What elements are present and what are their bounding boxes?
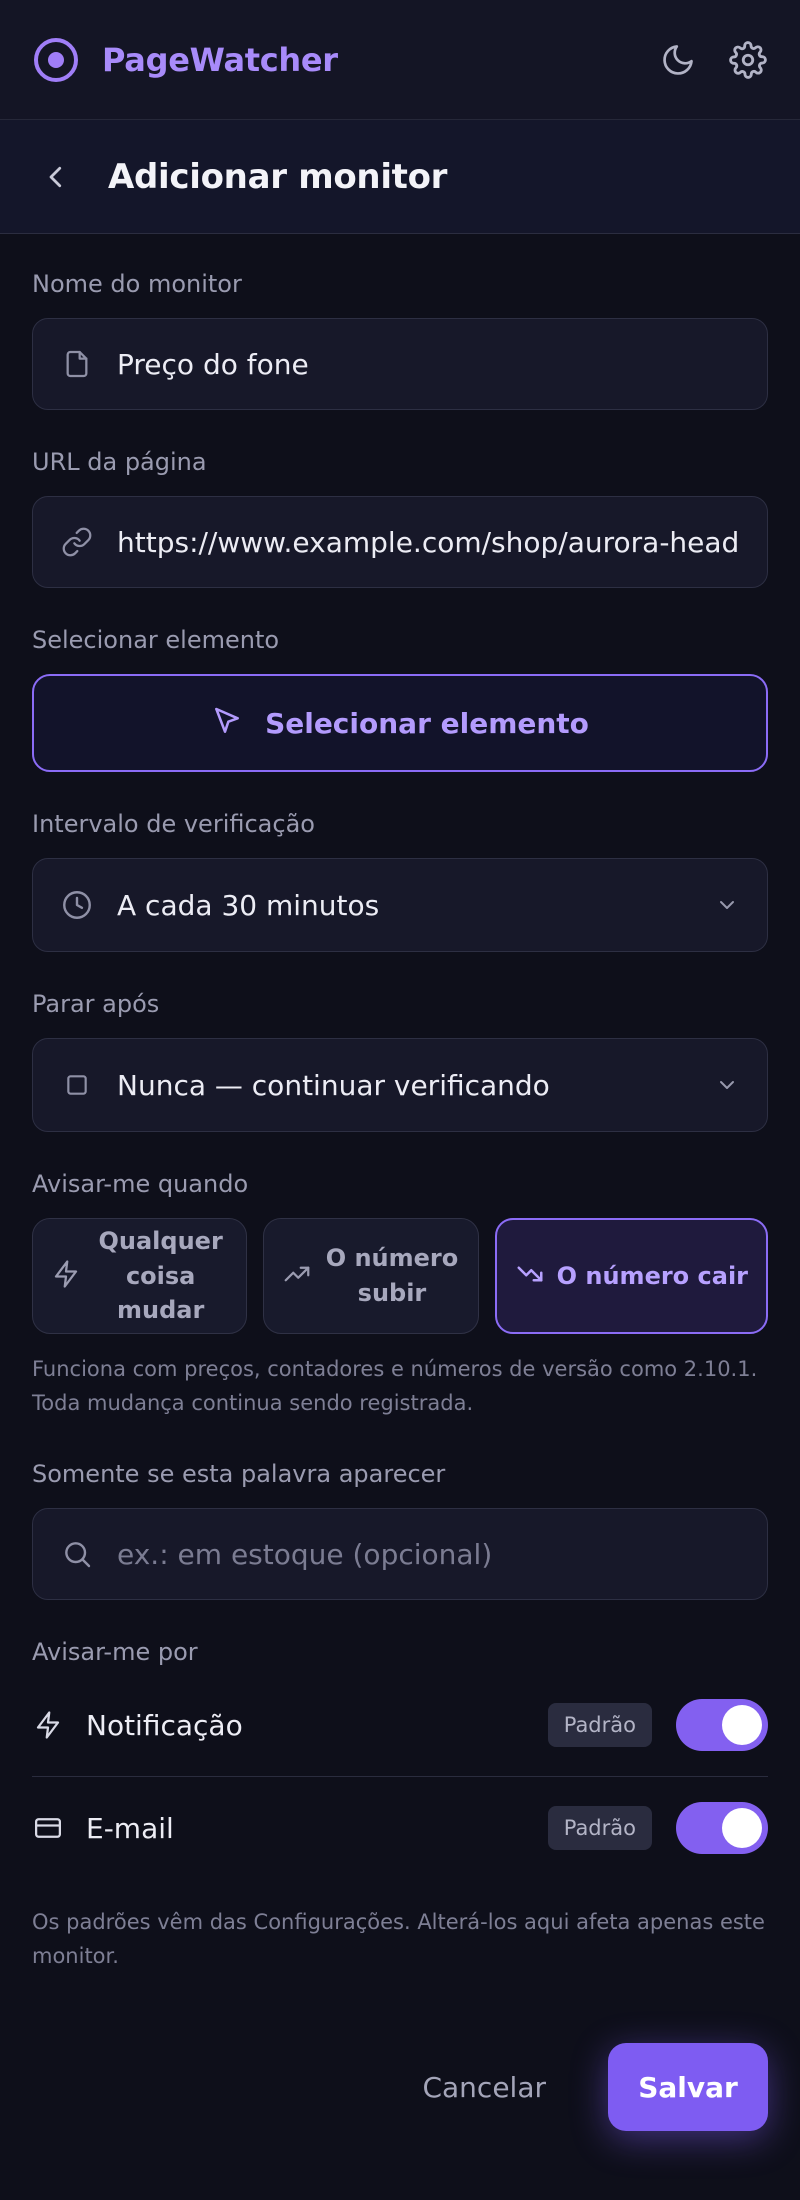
option-number-up[interactable]: O número subir (263, 1218, 479, 1334)
page-title: Adicionar monitor (108, 156, 448, 197)
monitor-name-label: Nome do monitor (32, 270, 242, 298)
notify-when-field: Avisar-me quando Qualquer coisa mudar O … (32, 1170, 769, 1420)
option-number-up-label: O número subir (325, 1244, 459, 1307)
select-element-button-label: Selecionar elemento (265, 706, 589, 740)
keyword-input[interactable] (117, 1537, 741, 1571)
select-element-label: Selecionar elemento (32, 626, 280, 654)
trending-down-icon (515, 1259, 545, 1293)
moon-icon[interactable] (658, 40, 698, 80)
channels-helper: Os padrões vêm das Configurações. Alterá… (32, 1910, 765, 1969)
option-number-down[interactable]: O número cair (494, 1218, 769, 1334)
check-interval-field: Intervalo de verificação A cada 30 minut… (32, 810, 768, 952)
brand[interactable]: PageWatcher (32, 36, 338, 84)
keyword-input-box[interactable] (32, 1508, 768, 1601)
search-icon (59, 1536, 95, 1572)
target-logo-icon (32, 36, 80, 84)
select-element-field: Selecionar elemento Selecionar elemento (32, 626, 768, 772)
stop-after-select[interactable]: Nunca — continuar verificando (32, 1038, 768, 1132)
bolt-icon (51, 1259, 81, 1293)
gear-icon[interactable] (728, 40, 768, 80)
link-icon (59, 524, 95, 560)
page-header: Adicionar monitor (0, 120, 800, 234)
notify-when-label: Avisar-me quando (32, 1170, 249, 1198)
monitor-name-input-box[interactable] (32, 318, 768, 410)
channel-row-notification: Notificação Padrão (32, 1674, 768, 1776)
clock-icon (59, 887, 95, 923)
app-root: PageWatcher Adicionar monitor Nome do mo… (0, 0, 800, 2200)
page-url-label: URL da página (32, 448, 207, 476)
page-url-field: URL da página (32, 448, 768, 588)
default-badge: Padrão (547, 1806, 652, 1851)
channel-name: E-mail (86, 1811, 174, 1845)
option-number-down-label: O número cair (556, 1261, 749, 1290)
option-any-change[interactable]: Qualquer coisa mudar (32, 1218, 248, 1334)
chevron-down-icon (713, 1071, 741, 1099)
page-url-input[interactable] (117, 525, 741, 559)
notify-when-options: Qualquer coisa mudar O número subir O nú… (32, 1218, 769, 1334)
notify-by-field: Avisar-me por Notificação Padrão E-mail … (32, 1638, 768, 1973)
keyword-label: Somente se esta palavra aparecer (32, 1460, 446, 1489)
topbar-actions (658, 40, 768, 80)
select-element-button[interactable]: Selecionar elemento (32, 674, 768, 772)
check-interval-select[interactable]: A cada 30 minutos (32, 858, 768, 952)
option-any-change-label: Qualquer coisa mudar (98, 1226, 223, 1325)
email-toggle[interactable] (676, 1802, 768, 1855)
page-url-input-box[interactable] (32, 496, 768, 588)
notify-by-label: Avisar-me por (32, 1638, 198, 1667)
stop-after-label: Parar após (32, 990, 160, 1018)
check-interval-value: A cada 30 minutos (117, 888, 380, 922)
bolt-icon (32, 1709, 64, 1741)
save-button[interactable]: Salvar (608, 2043, 768, 2132)
channel-name: Notificação (86, 1708, 243, 1742)
stop-after-value: Nunca — continuar verificando (117, 1068, 550, 1102)
monitor-name-input[interactable] (117, 347, 741, 381)
app-name: PageWatcher (102, 40, 338, 79)
cursor-pointer-icon (211, 705, 243, 741)
add-monitor-form: Nome do monitor URL da página (0, 234, 800, 2132)
stop-after-field: Parar após Nunca — continuar verificando (32, 990, 768, 1132)
monitor-name-field: Nome do monitor (32, 270, 768, 410)
square-icon (59, 1067, 95, 1103)
chevron-down-icon (713, 891, 741, 919)
keyword-field: Somente se esta palavra aparecer (32, 1460, 768, 1601)
form-actions: Cancelar Salvar (32, 2043, 768, 2132)
cancel-button[interactable]: Cancelar (422, 2071, 546, 2104)
file-icon (59, 346, 95, 382)
back-chevron-icon[interactable] (32, 153, 80, 201)
top-bar: PageWatcher (0, 0, 800, 120)
check-interval-label: Intervalo de verificação (32, 810, 315, 838)
notification-toggle[interactable] (676, 1699, 768, 1752)
channel-row-email: E-mail Padrão (32, 1777, 768, 1879)
notify-when-helper: Funciona com preços, contadores e número… (32, 1357, 758, 1416)
credit-card-icon (32, 1812, 64, 1844)
default-badge: Padrão (547, 1703, 652, 1748)
trending-up-icon (282, 1259, 312, 1293)
